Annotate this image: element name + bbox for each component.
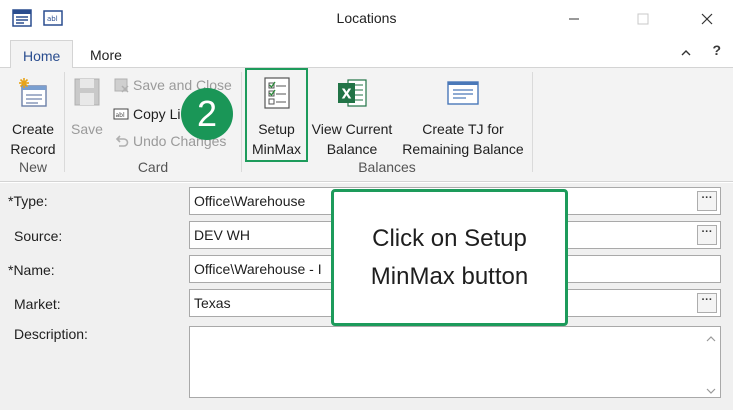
group-label-new: New xyxy=(18,159,47,175)
save-button[interactable]: Save xyxy=(68,76,106,139)
type-value: Office\Warehouse xyxy=(194,193,306,209)
copy-line-label: Copy Li xyxy=(133,106,181,122)
market-lookup-button[interactable]: ··· xyxy=(697,293,717,313)
ribbon: Create Record New Save Save and Close ab… xyxy=(0,68,733,182)
undo-icon xyxy=(115,135,129,147)
ribbon-tab-strip: Home More ? xyxy=(0,38,733,69)
create-tj-button[interactable]: Create TJ for Remaining Balance xyxy=(398,76,528,159)
group-label-card: Card xyxy=(137,159,169,175)
create-record-button[interactable]: Create Record xyxy=(4,76,62,159)
save-icon xyxy=(74,78,100,106)
copy-line-button[interactable]: abl Copy Li xyxy=(113,104,180,124)
group-separator xyxy=(64,72,65,172)
scroll-up-icon[interactable] xyxy=(705,331,717,342)
svg-text:abl: abl xyxy=(116,112,125,119)
create-record-icon xyxy=(19,78,47,107)
source-label: Source: xyxy=(14,228,63,244)
view-balance-label-line1: View Current xyxy=(311,121,393,137)
tab-home[interactable]: Home xyxy=(10,40,74,69)
scroll-down-icon[interactable] xyxy=(705,383,717,394)
setup-minmax-highlight xyxy=(245,68,308,162)
market-value: Texas xyxy=(194,295,231,311)
source-lookup-button[interactable]: ··· xyxy=(697,225,717,245)
view-current-balance-button[interactable]: X View Current Balance xyxy=(308,76,396,159)
help-icon[interactable]: ? xyxy=(712,42,721,58)
group-separator xyxy=(241,72,242,172)
save-and-close-icon xyxy=(114,78,129,93)
copy-icon: abl xyxy=(113,108,129,120)
create-record-label: Create Record xyxy=(10,121,56,157)
svg-text:X: X xyxy=(342,88,352,103)
save-label: Save xyxy=(71,121,103,137)
group-separator xyxy=(532,72,533,172)
view-balance-label-line2: Balance xyxy=(326,141,378,157)
step-number-badge: 2 xyxy=(181,88,233,140)
collapse-ribbon-icon[interactable] xyxy=(679,46,693,60)
description-label: Description: xyxy=(14,326,88,342)
type-lookup-button[interactable]: ··· xyxy=(697,191,717,211)
create-tj-label-line2: Remaining Balance xyxy=(402,141,524,157)
close-button[interactable] xyxy=(684,0,730,38)
tab-more[interactable]: More xyxy=(78,40,134,69)
source-value: DEV WH xyxy=(194,227,250,243)
instruction-callout: Click on Setup MinMax button xyxy=(331,189,568,326)
title-bar: abl Locations xyxy=(0,0,733,38)
minimize-button[interactable] xyxy=(551,0,597,38)
description-textarea[interactable] xyxy=(189,326,721,398)
journal-icon xyxy=(447,81,479,105)
name-label: *Name: xyxy=(8,262,55,278)
excel-icon: X xyxy=(338,79,367,107)
name-value: Office\Warehouse - I xyxy=(194,261,322,277)
create-tj-label-line1: Create TJ for xyxy=(422,121,504,137)
type-label: *Type: xyxy=(8,193,48,209)
market-label: Market: xyxy=(14,296,61,312)
maximize-button[interactable] xyxy=(620,0,666,38)
